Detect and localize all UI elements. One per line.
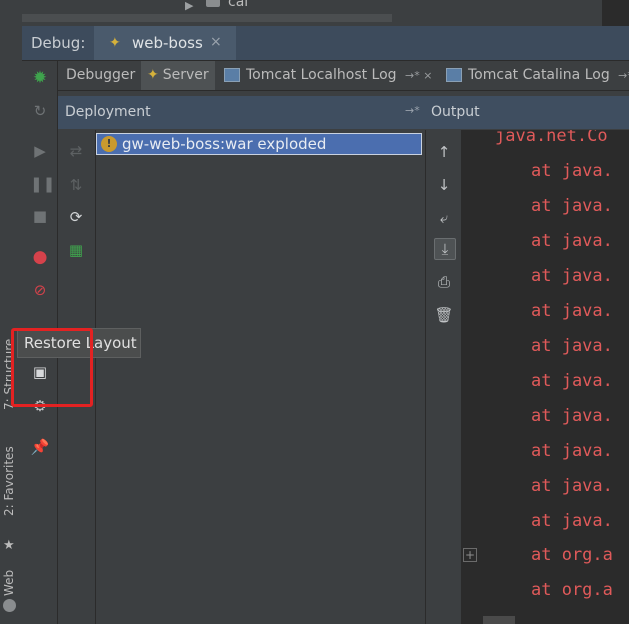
deployment-list: ! gw-web-boss:war exploded (96, 130, 425, 624)
debug-label: Debug: (31, 34, 86, 52)
console-line: at java. (531, 161, 613, 181)
soft-wrap-icon[interactable]: ⤶ (434, 208, 454, 228)
deployment-item[interactable]: ! gw-web-boss:war exploded (96, 133, 422, 155)
tab-tomcat-catalina-log[interactable]: Tomcat Catalina Log →* (446, 61, 629, 90)
tab-server[interactable]: ✦ Server (141, 61, 215, 90)
down-arrow-icon[interactable]: ↓ (434, 175, 454, 195)
warning-icon: ! (101, 136, 117, 152)
console-line: at org.a (531, 580, 613, 600)
rerun-icon[interactable]: ↻ (30, 101, 50, 121)
web-icon (3, 599, 16, 612)
console-line: at java. (531, 476, 613, 496)
console-line: at java. (531, 511, 613, 531)
output-console[interactable]: java.net.Co at java. at java. at java. a… (461, 130, 629, 624)
tab-debugger[interactable]: Debugger (66, 61, 144, 90)
tab-label: Tomcat Catalina Log (468, 67, 610, 83)
tab-suffix[interactable]: →* (618, 69, 629, 82)
console-line: at java. (531, 336, 613, 356)
close-icon[interactable]: × (210, 34, 222, 50)
favorites-tool-button[interactable]: 2: Favorites (2, 446, 16, 516)
up-arrow-icon[interactable]: ↑ (434, 142, 454, 162)
console-line: at java. (531, 266, 613, 286)
output-header: Output (431, 104, 480, 120)
console-folded-block (483, 616, 515, 624)
log-icon (446, 68, 462, 82)
log-icon (224, 68, 240, 82)
tab-tomcat-localhost-log[interactable]: Tomcat Localhost Log →* × (224, 61, 436, 90)
pane-headers: Deployment →* Output (58, 96, 629, 129)
tree-row (22, 14, 392, 22)
highlight-box (11, 328, 93, 407)
resume-icon[interactable]: ▶ (30, 141, 50, 161)
stop-icon[interactable]: ■ (30, 206, 50, 226)
pin-icon[interactable]: 📌 (30, 437, 50, 457)
scroll-to-end-icon[interactable]: ⤓ (434, 238, 456, 260)
tab-label: Server (162, 67, 209, 83)
debug-subtabs: Debugger ✦ Server Tomcat Localhost Log →*… (58, 61, 629, 91)
folder-icon (206, 0, 220, 7)
output-toolbar: ↑ ↓ ⤶ ⤓ ⎙ 🗑 (425, 130, 461, 624)
editor-corner (602, 0, 629, 26)
console-line: at java. (531, 371, 613, 391)
web-tool-button[interactable]: Web (2, 570, 16, 596)
console-line: at org.a (531, 545, 613, 565)
tab-suffix[interactable]: →* × (405, 69, 432, 82)
tomcat-icon: ✦ (109, 35, 121, 51)
deployment-header: Deployment (65, 104, 151, 120)
debug-header: Debug: ✦ web-boss × (22, 26, 629, 61)
tab-web-boss[interactable]: ✦ web-boss × (94, 26, 236, 60)
pin-toggle[interactable]: →* (405, 104, 420, 117)
project-tree-strip: ▶ cal (22, 0, 629, 26)
view-breakpoints-icon[interactable]: ● (30, 247, 50, 267)
console-line: at java. (531, 231, 613, 251)
refresh-icon[interactable]: ⟳ (66, 207, 86, 227)
artifacts-icon[interactable]: ▦ (66, 240, 86, 260)
star-icon: ★ (3, 538, 15, 553)
print-icon[interactable]: ⎙ (434, 272, 454, 292)
pause-icon[interactable]: ❚❚ (30, 174, 55, 194)
console-line: java.net.Co (495, 130, 608, 146)
console-line: at java. (531, 196, 613, 216)
deploy-icon[interactable]: ⇄ (66, 141, 86, 161)
tab-label: Debugger (66, 67, 136, 83)
expand-triangle-icon[interactable]: ▶ (185, 0, 193, 12)
undeploy-icon[interactable]: ⇅ (66, 175, 86, 195)
console-line: at java. (531, 301, 613, 321)
debug-bug-icon[interactable]: ✹ (30, 68, 50, 88)
tomcat-icon: ✦ (147, 67, 159, 83)
mute-breakpoints-icon[interactable]: ⊘ (30, 280, 50, 300)
tab-label: web-boss (132, 34, 203, 52)
console-line: at java. (531, 406, 613, 426)
trash-icon[interactable]: 🗑 (434, 305, 454, 325)
fold-expander-icon[interactable]: + (463, 548, 477, 562)
tab-label: Tomcat Localhost Log (246, 67, 397, 83)
tree-item-label[interactable]: cal (228, 0, 248, 10)
console-line: at java. (531, 441, 613, 461)
deployment-item-label: gw-web-boss:war exploded (122, 135, 327, 153)
